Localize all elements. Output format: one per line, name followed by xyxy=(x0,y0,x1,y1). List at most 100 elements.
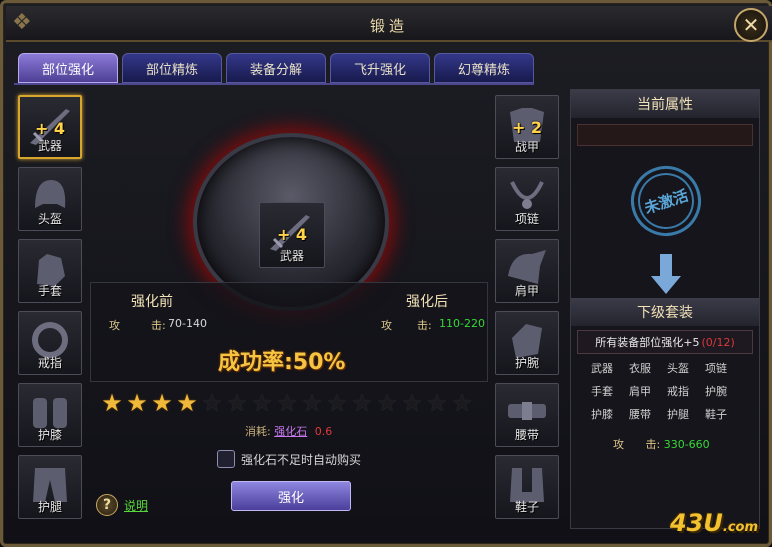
tab-part-refine[interactable]: 部位精炼 xyxy=(122,53,222,83)
star-filled-icon: ★ xyxy=(126,389,148,417)
set-parts-grid: 武器 衣服 头盔 项链 手套 肩甲 戒指 护腕 护膝 腰带 护腿 鞋子 xyxy=(591,360,751,422)
star-empty-icon: ★ xyxy=(426,389,448,417)
after-attack-value: 110-220 xyxy=(439,317,485,330)
slot-label: 护膝 xyxy=(37,428,62,442)
set-requirement-text: 所有装备部位强化+5 xyxy=(595,336,700,349)
star-empty-icon: ★ xyxy=(226,389,248,417)
slot-necklace[interactable]: 项链 xyxy=(495,167,559,231)
cost-item-link[interactable]: 强化石 xyxy=(274,425,307,438)
star-filled-icon: ★ xyxy=(101,389,123,417)
inactive-seal-icon: 未激活 xyxy=(621,156,711,246)
tab-part-strengthen[interactable]: 部位强化 xyxy=(18,53,118,83)
slot-label: 武器 xyxy=(279,249,304,263)
tab-equipment-decompose[interactable]: 装备分解 xyxy=(226,53,326,83)
set-part: 戒指 xyxy=(667,385,689,398)
star-empty-icon: ★ xyxy=(376,389,398,417)
slot-label: 腰带 xyxy=(514,428,539,442)
star-filled-icon: ★ xyxy=(151,389,173,417)
bonus-sub: 击: xyxy=(645,438,661,451)
close-button[interactable]: ✕ xyxy=(734,8,768,42)
site-logo: 43U.com xyxy=(670,509,758,537)
next-set-title: 下级套装 xyxy=(571,298,759,326)
slot-boots[interactable]: 鞋子 xyxy=(495,455,559,519)
after-attack-label: 攻 xyxy=(381,319,392,332)
forge-target-slot[interactable]: + 4 武器 xyxy=(259,202,325,268)
slot-belt[interactable]: 腰带 xyxy=(495,383,559,447)
before-attack-value: 70-140 xyxy=(168,317,207,330)
set-part: 护膝 xyxy=(591,408,613,421)
star-empty-icon: ★ xyxy=(351,389,373,417)
slot-label: 护腿 xyxy=(37,500,62,514)
auto-buy-checkbox[interactable] xyxy=(217,450,235,468)
set-part: 手套 xyxy=(591,385,613,398)
slot-level: + 4 xyxy=(34,119,66,138)
slot-label: 护腕 xyxy=(514,356,539,370)
slot-gloves[interactable]: 手套 xyxy=(18,239,82,303)
slot-weapon[interactable]: + 4 武器 xyxy=(18,95,82,159)
star-empty-icon: ★ xyxy=(276,389,298,417)
star-empty-icon: ★ xyxy=(326,389,348,417)
star-empty-icon: ★ xyxy=(251,389,273,417)
logo-suffix: .com xyxy=(722,520,758,535)
window-title: 锻造 xyxy=(369,17,408,35)
auto-buy-label: 强化石不足时自动购买 xyxy=(241,452,362,467)
slot-label: 武器 xyxy=(37,139,62,153)
help-area: ? 说明 xyxy=(96,494,148,516)
before-title: 强化前 xyxy=(131,294,173,310)
after-attack-sub: 击: xyxy=(417,319,432,332)
slot-label: 肩甲 xyxy=(514,284,539,298)
cost-label: 消耗: xyxy=(245,425,271,438)
star-filled-icon: ★ xyxy=(176,389,198,417)
current-attr-bar xyxy=(577,124,753,146)
star-rating: ★ ★ ★ ★ ★ ★ ★ ★ ★ ★ ★ ★ ★ ★ ★ xyxy=(100,389,474,417)
slot-label: 战甲 xyxy=(514,140,539,154)
star-empty-icon: ★ xyxy=(451,389,473,417)
slot-label: 戒指 xyxy=(37,356,62,370)
current-attr-title: 当前属性 xyxy=(571,90,759,118)
set-part: 鞋子 xyxy=(705,408,727,421)
auto-buy-option: 强化石不足时自动购买 xyxy=(217,450,361,468)
slot-level: + 4 xyxy=(276,225,308,244)
tab-bar: 部位强化 部位精炼 装备分解 飞升强化 幻尊精炼 xyxy=(18,53,534,83)
slot-bracer[interactable]: 护腕 xyxy=(495,311,559,375)
set-part: 武器 xyxy=(591,362,613,375)
slot-shoulder[interactable]: 肩甲 xyxy=(495,239,559,303)
tab-ascend-strengthen[interactable]: 飞升强化 xyxy=(330,53,430,83)
set-part: 项链 xyxy=(705,362,727,375)
cost-amount: 0.6 xyxy=(314,425,333,438)
bonus-value: 330-660 xyxy=(663,438,710,451)
arrow-down-icon xyxy=(651,254,681,294)
set-bonus: 攻 击: 330-660 xyxy=(613,436,710,452)
star-empty-icon: ★ xyxy=(401,389,423,417)
set-requirement: 所有装备部位强化+5 (0/12) xyxy=(577,330,753,354)
slot-label: 鞋子 xyxy=(514,500,539,514)
slot-armor[interactable]: + 2 战甲 xyxy=(495,95,559,159)
question-icon[interactable]: ? xyxy=(96,494,118,516)
help-link[interactable]: 说明 xyxy=(124,497,148,514)
slot-kneepad[interactable]: 护膝 xyxy=(18,383,82,447)
tab-illusion-refine[interactable]: 幻尊精炼 xyxy=(434,53,534,83)
cost-line: 消耗: 强化石 0.6 xyxy=(245,423,332,439)
title-bar: ❖ 锻造 ✕ xyxy=(6,6,772,42)
before-attack-label: 攻 xyxy=(109,319,120,332)
slot-level: + 2 xyxy=(511,118,543,137)
slot-leggings[interactable]: 护腿 xyxy=(18,455,82,519)
strengthen-button[interactable]: 强化 xyxy=(231,481,351,511)
slot-ring[interactable]: 戒指 xyxy=(18,311,82,375)
tab-underline xyxy=(14,83,534,85)
logo-main: 43U xyxy=(669,509,723,537)
slot-helmet[interactable]: 头盔 xyxy=(18,167,82,231)
success-rate: 成功率:50% xyxy=(218,350,346,375)
set-part: 头盔 xyxy=(667,362,689,375)
slot-label: 头盔 xyxy=(37,212,62,226)
set-part: 肩甲 xyxy=(629,385,651,398)
slot-label: 手套 xyxy=(37,284,62,298)
bonus-label: 攻 xyxy=(613,438,624,451)
attribute-panel: 当前属性 未激活 下级套装 所有装备部位强化+5 (0/12) 武器 衣服 头盔… xyxy=(570,89,760,529)
set-part: 护腕 xyxy=(705,385,727,398)
star-empty-icon: ★ xyxy=(301,389,323,417)
set-part: 护腿 xyxy=(667,408,689,421)
set-part: 腰带 xyxy=(629,408,651,421)
star-empty-icon: ★ xyxy=(201,389,223,417)
set-progress: (0/12) xyxy=(701,335,735,349)
